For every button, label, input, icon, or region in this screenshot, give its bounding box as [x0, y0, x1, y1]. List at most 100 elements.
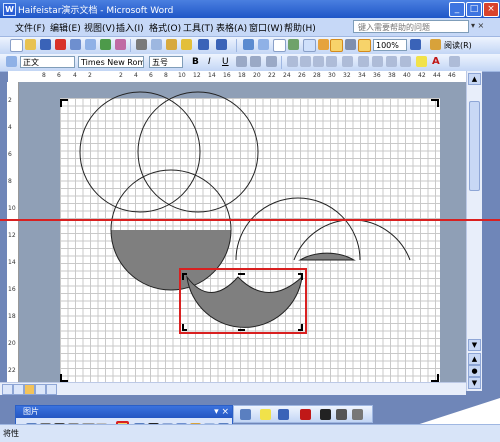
- underline-button[interactable]: U: [222, 57, 229, 67]
- document-area[interactable]: [19, 82, 466, 382]
- open-folder-icon[interactable]: [25, 39, 36, 50]
- tables-borders-icon[interactable]: [258, 39, 269, 50]
- print-preview-icon[interactable]: [85, 39, 96, 50]
- drawing-canvas[interactable]: [60, 91, 440, 382]
- help-search-input[interactable]: 键入需要帮助的问题: [353, 20, 469, 33]
- align-center-icon[interactable]: [300, 56, 311, 67]
- justify-icon[interactable]: [326, 56, 337, 67]
- arc-shape-right[interactable]: [293, 219, 411, 261]
- arrow-style-icon[interactable]: [352, 409, 363, 420]
- line-spacing-icon[interactable]: [342, 56, 353, 67]
- hyperlink-icon[interactable]: [243, 39, 254, 50]
- columns-icon[interactable]: [303, 39, 316, 52]
- research-icon[interactable]: [115, 39, 126, 50]
- fill-bucket-icon[interactable]: [260, 409, 271, 420]
- menu-help[interactable]: 帮助(H): [284, 21, 316, 34]
- redo-icon[interactable]: [216, 39, 227, 50]
- show-hide-icon[interactable]: [345, 39, 356, 50]
- scroll-up-icon[interactable]: ▲: [468, 73, 481, 85]
- horizontal-scrollbar[interactable]: [0, 382, 466, 395]
- char-scale-icon[interactable]: [266, 56, 277, 67]
- gray-lens-shape[interactable]: [298, 252, 356, 261]
- toolbar-separator: [130, 39, 131, 52]
- fill-color-icon[interactable]: [240, 409, 251, 420]
- close-button[interactable]: ×: [483, 2, 499, 17]
- cut-icon[interactable]: [136, 39, 147, 50]
- increase-indent-icon[interactable]: [400, 56, 411, 67]
- maximize-button[interactable]: □: [466, 2, 482, 17]
- picture-toolbar-close-icon[interactable]: ▾ ×: [214, 406, 229, 418]
- format-painter-icon[interactable]: [181, 39, 192, 50]
- word-app-icon[interactable]: W: [3, 3, 16, 16]
- align-right-icon[interactable]: [313, 56, 324, 67]
- window-title: Haifeistar演示文档 - Microsoft Word: [18, 6, 174, 16]
- numbering-icon[interactable]: [358, 56, 369, 67]
- line-color-icon[interactable]: [278, 409, 289, 420]
- bold-button[interactable]: B: [192, 57, 199, 67]
- line-weight-icon[interactable]: [320, 409, 331, 420]
- menu-table[interactable]: 表格(A): [216, 21, 247, 34]
- save-icon[interactable]: [40, 39, 51, 50]
- menu-file[interactable]: 文件(F): [15, 21, 45, 34]
- bullets-icon[interactable]: [372, 56, 383, 67]
- ruler-number: 22: [8, 367, 16, 374]
- copy-icon[interactable]: [151, 39, 162, 50]
- font-size-select[interactable]: 五号: [149, 56, 183, 68]
- browse-object-icon[interactable]: ●: [468, 365, 481, 377]
- print-icon[interactable]: [70, 39, 81, 50]
- circle-shape-left[interactable]: [79, 91, 201, 213]
- menu-window[interactable]: 窗口(W): [249, 21, 283, 34]
- highlight-icon[interactable]: [416, 56, 427, 67]
- spelling-icon[interactable]: [100, 39, 111, 50]
- minimize-button[interactable]: _: [449, 2, 465, 17]
- dash-style-icon[interactable]: [336, 409, 347, 420]
- insert-table-icon[interactable]: [273, 39, 286, 52]
- picture-toolbar-title[interactable]: 图片 ▾ ×: [16, 406, 232, 418]
- menu-insert[interactable]: 插入(I): [116, 21, 144, 34]
- font-color-button[interactable]: A: [432, 56, 440, 67]
- permission-icon[interactable]: [55, 39, 66, 50]
- ruler-number: 10: [8, 205, 16, 212]
- status-text: 将性: [3, 429, 19, 438]
- web-view-icon[interactable]: [13, 384, 24, 395]
- new-document-icon[interactable]: [10, 39, 23, 52]
- menu-edit[interactable]: 编辑(E): [50, 21, 81, 34]
- zoom-select[interactable]: 100%: [373, 39, 407, 51]
- paste-icon[interactable]: [166, 39, 177, 50]
- vertical-ruler[interactable]: 2 4 6 8 10 12 14 16 18 20 22: [7, 82, 19, 382]
- next-page-icon[interactable]: ▼: [468, 377, 481, 389]
- show-formatting-icon[interactable]: [358, 39, 371, 52]
- drawing-icon[interactable]: [318, 39, 329, 50]
- scroll-thumb[interactable]: [469, 101, 480, 191]
- menu-close-icon[interactable]: ▾ ×: [471, 21, 484, 30]
- font-color-icon[interactable]: [300, 409, 311, 420]
- help-icon[interactable]: [410, 39, 421, 50]
- scroll-down-icon[interactable]: ▼: [468, 339, 481, 351]
- menu-tools[interactable]: 工具(T): [183, 21, 214, 34]
- print-view-icon[interactable]: [24, 384, 35, 395]
- read-mode-icon[interactable]: [430, 39, 441, 50]
- style-select[interactable]: 正文: [20, 56, 75, 68]
- toolbar-options-icon[interactable]: [449, 56, 460, 67]
- vertical-scrollbar[interactable]: ▲ ▼ ▲ ● ▼: [466, 71, 482, 391]
- insert-excel-icon[interactable]: [288, 39, 299, 50]
- align-left-icon[interactable]: [287, 56, 298, 67]
- document-map-icon[interactable]: [330, 39, 343, 52]
- previous-page-icon[interactable]: ▲: [468, 353, 481, 365]
- font-select[interactable]: Times New Roman: [78, 56, 144, 68]
- char-shading-icon[interactable]: [250, 56, 261, 67]
- reading-view-icon[interactable]: [46, 384, 57, 395]
- undo-icon[interactable]: [198, 39, 209, 50]
- menu-view[interactable]: 视图(V): [84, 21, 115, 34]
- ruler-number: 20: [253, 72, 261, 79]
- char-border-icon[interactable]: [236, 56, 247, 67]
- document-page[interactable]: [60, 91, 440, 382]
- decrease-indent-icon[interactable]: [386, 56, 397, 67]
- styles-pane-icon[interactable]: [6, 56, 17, 67]
- outline-view-icon[interactable]: [35, 384, 46, 395]
- read-mode-label[interactable]: 阅读(R): [444, 40, 472, 51]
- menu-format[interactable]: 格式(O): [149, 21, 181, 34]
- ruler-number: 16: [8, 286, 16, 293]
- italic-button[interactable]: I: [208, 57, 211, 67]
- normal-view-icon[interactable]: [2, 384, 13, 395]
